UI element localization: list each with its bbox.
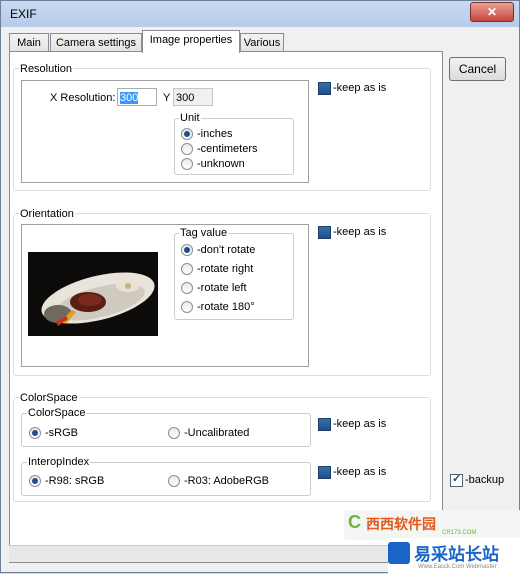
interop-title: InteropIndex bbox=[27, 456, 91, 468]
y-resolution-input[interactable]: 300 bbox=[173, 88, 213, 106]
colorspace-keep-label: -keep as is bbox=[333, 418, 387, 430]
tab-camera-settings[interactable]: Camera settings bbox=[50, 33, 142, 52]
srgb-label: -sRGB bbox=[45, 427, 78, 439]
unit-centimeters-label: -centimeters bbox=[197, 143, 258, 155]
dont-rotate-label: -don't rotate bbox=[197, 244, 256, 256]
uncalibrated-radio[interactable] bbox=[168, 427, 180, 439]
uncalibrated-label: -Uncalibrated bbox=[184, 427, 250, 439]
rotate-right-radio[interactable] bbox=[181, 263, 193, 275]
watermark-cr173: C 西西软件园 CR173.COM bbox=[344, 510, 520, 540]
srgb-radio[interactable] bbox=[29, 427, 41, 439]
rotate-left-label: -rotate left bbox=[197, 282, 247, 294]
r98-srgb-radio[interactable] bbox=[29, 475, 41, 487]
orientation-title: Orientation bbox=[19, 208, 75, 220]
colorspace-keep-checkbox[interactable] bbox=[318, 418, 331, 431]
x-resolution-label: X Resolution: bbox=[50, 92, 116, 104]
colorspace-sub-title: ColorSpace bbox=[27, 407, 87, 419]
unit-unknown-radio[interactable] bbox=[181, 158, 193, 170]
unit-inches-radio[interactable] bbox=[181, 128, 193, 140]
unit-centimeters-radio[interactable] bbox=[181, 143, 193, 155]
orientation-keep-checkbox[interactable] bbox=[318, 226, 331, 239]
backup-label: -backup bbox=[465, 474, 505, 486]
x-resolution-value: 300 bbox=[120, 92, 139, 104]
unit-title: Unit bbox=[179, 112, 201, 124]
watermark-brand2-sub: Www.Easck.Com Webmaster bbox=[418, 564, 497, 570]
colorspace-title: ColorSpace bbox=[19, 392, 79, 404]
rotate-180-label: -rotate 180° bbox=[197, 301, 255, 313]
checkmark-icon: ✓ bbox=[452, 473, 462, 485]
watermark-brand2: 易采站长站 bbox=[414, 545, 499, 564]
window-title: EXIF bbox=[10, 7, 37, 21]
watermark-brand1: 西西软件园 bbox=[366, 516, 436, 532]
unit-inches-label: -inches bbox=[197, 128, 233, 140]
rotate-right-label: -rotate right bbox=[197, 263, 254, 275]
backup-checkbox[interactable]: ✓ bbox=[450, 473, 463, 487]
dont-rotate-radio[interactable] bbox=[181, 244, 193, 256]
tab-various[interactable]: Various bbox=[240, 33, 284, 52]
rotate-180-radio[interactable] bbox=[181, 301, 193, 313]
tab-main[interactable]: Main bbox=[9, 33, 49, 52]
close-button[interactable]: ✕ bbox=[470, 2, 514, 22]
exif-dialog: EXIF ✕ Main Camera settings Image proper… bbox=[0, 0, 520, 574]
tag-value-title: Tag value bbox=[179, 227, 229, 239]
resolution-title: Resolution bbox=[19, 63, 73, 75]
food-plate-image bbox=[28, 252, 158, 336]
tab-image-properties[interactable]: Image properties bbox=[142, 30, 240, 53]
rotate-left-radio[interactable] bbox=[181, 282, 193, 294]
cancel-button[interactable]: Cancel bbox=[449, 57, 506, 81]
r98-srgb-label: -R98: sRGB bbox=[45, 475, 105, 487]
preview-photo bbox=[28, 252, 158, 336]
watermark-easck: 易采站长站 Www.Easck.Com Webmaster bbox=[388, 538, 520, 574]
x-resolution-input[interactable]: 300 bbox=[117, 88, 157, 106]
r03-adobergb-label: -R03: AdobeRGB bbox=[184, 475, 269, 487]
orientation-keep-label: -keep as is bbox=[333, 226, 387, 238]
resolution-keep-label: -keep as is bbox=[333, 82, 387, 94]
status-bar bbox=[9, 545, 443, 562]
r03-adobergb-radio[interactable] bbox=[168, 475, 180, 487]
title-bar: EXIF ✕ bbox=[1, 1, 519, 27]
watermark-brand1-sub: CR173.COM bbox=[442, 530, 477, 536]
y-resolution-label: Y bbox=[163, 92, 171, 104]
unit-unknown-label: -unknown bbox=[197, 158, 245, 170]
interop-keep-checkbox[interactable] bbox=[318, 466, 331, 479]
resolution-keep-checkbox[interactable] bbox=[318, 82, 331, 95]
easck-logo-icon bbox=[388, 542, 410, 564]
interop-keep-label: -keep as is bbox=[333, 466, 387, 478]
cr173-logo-icon: C bbox=[348, 512, 361, 532]
